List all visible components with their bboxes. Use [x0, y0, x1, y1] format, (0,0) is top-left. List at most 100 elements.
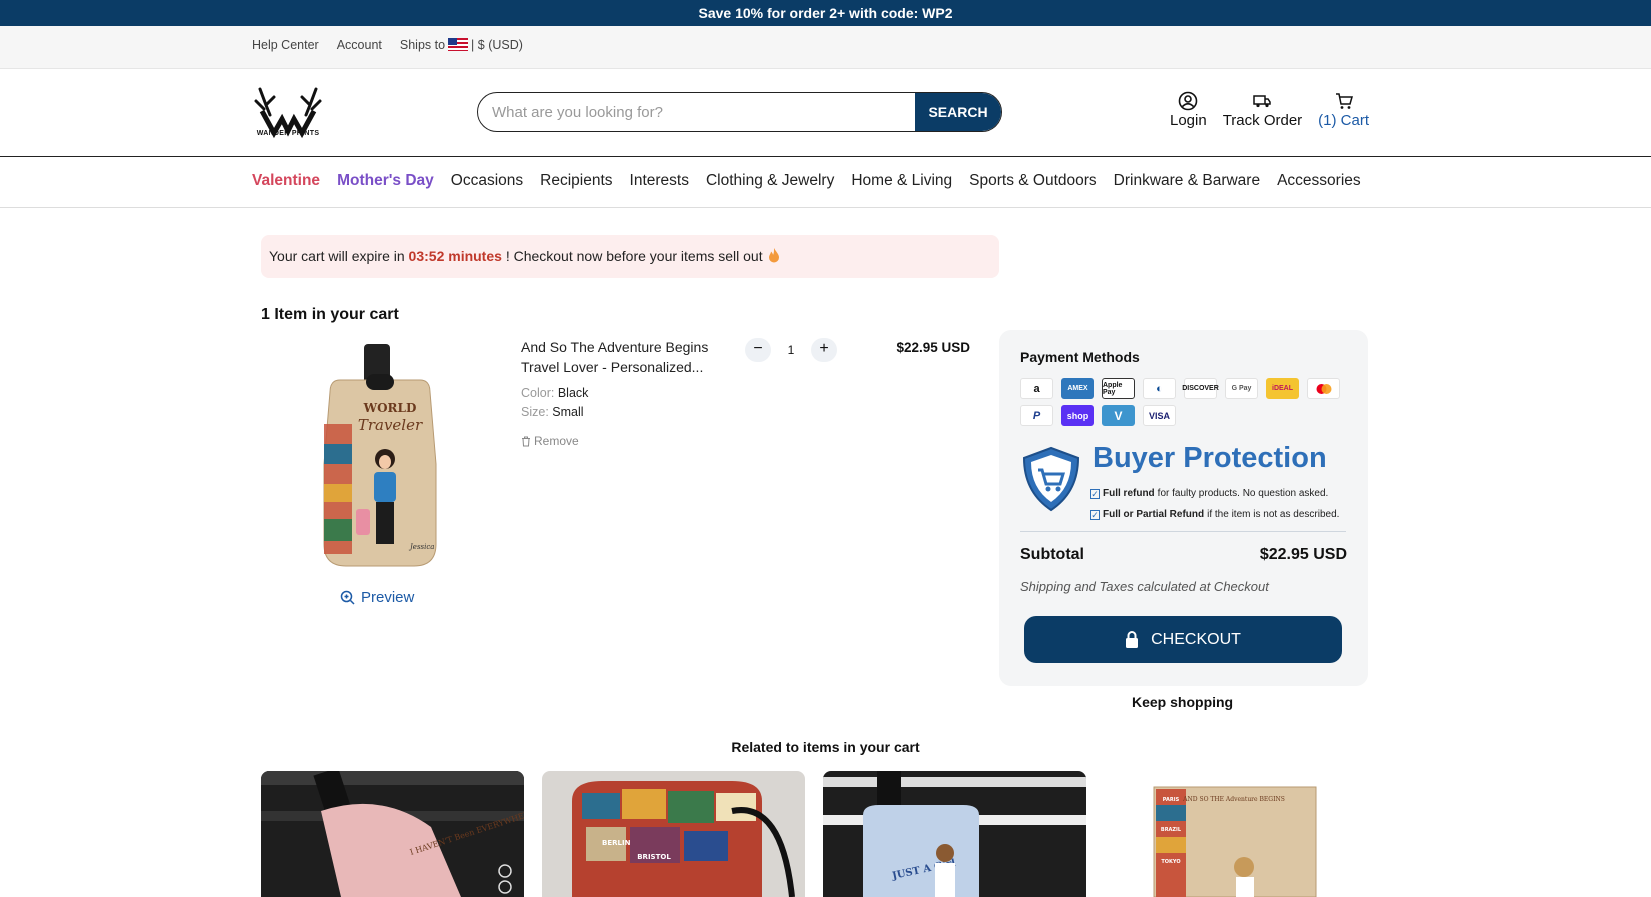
expire-timer: 03:52 minutes [408, 248, 502, 264]
currency-label: | $ (USD) [471, 38, 523, 52]
preview-button[interactable]: Preview [340, 589, 414, 606]
promo-text: Save 10% for order 2+ with code: [698, 5, 919, 21]
bp-line-partial-refund: ✓ Full or Partial Refund if the item is … [1090, 509, 1339, 520]
nav-item-mothers-day[interactable]: Mother's Day [337, 172, 434, 190]
preview-label: Preview [361, 589, 415, 606]
payment-methods-title: Payment Methods [1020, 349, 1140, 365]
tag-title-world: WORLD [363, 401, 417, 415]
item-price: $22.95 USD [896, 340, 970, 355]
related-product-card[interactable]: AND SO THE Adventure BEGINS PARIS BRAZIL… [1104, 771, 1367, 897]
site-header: WANDER PRINTS SEARCH Login Track Order (… [0, 69, 1651, 157]
logo-text: WANDER PRINTS [256, 130, 320, 137]
related-product-card[interactable]: I HAVEN'T Been EVERYWHERE BUT IT'S ON [261, 771, 524, 897]
lock-icon [1126, 631, 1139, 648]
trash-icon [522, 436, 530, 446]
expire-pre: Your cart will expire in [269, 248, 405, 264]
search-bar: SEARCH [477, 92, 1002, 132]
related-product-image: JUST A Girl [823, 771, 1086, 897]
us-flag-icon [448, 38, 469, 51]
sticker-tokyo: TOKYO [1161, 859, 1180, 865]
sticker-bristol: BRISTOL [637, 853, 671, 861]
paypal-icon: P [1020, 405, 1053, 426]
related-product-card[interactable]: BERLIN BRISTOL [542, 771, 805, 897]
subtotal-value: $22.95 USD [1259, 546, 1347, 563]
truck-icon [1253, 95, 1272, 108]
bp-line2-text: if the item is not as described. [1207, 509, 1340, 520]
related-product-image: BERLIN BRISTOL [542, 771, 805, 897]
ships-to-selector[interactable]: Ships to | $ (USD) [400, 38, 523, 52]
account-link[interactable]: Account [337, 38, 382, 52]
login-label: Login [1170, 112, 1207, 129]
search-input[interactable] [478, 93, 915, 131]
buyer-protection: Buyer Protection ✓ Full refund for fault… [1020, 442, 1350, 526]
related-card-text: AND SO THE Adventure BEGINS [1182, 796, 1285, 803]
increment-button[interactable]: + [811, 338, 837, 362]
related-product-card[interactable]: JUST A Girl [823, 771, 1086, 897]
cart-icon [1335, 93, 1353, 109]
discover-icon: DISCOVER [1182, 378, 1219, 399]
shield-cart-icon [1022, 446, 1080, 512]
shipping-note: Shipping and Taxes calculated at Checkou… [1020, 579, 1269, 594]
shop-pay-icon: shop [1061, 405, 1094, 426]
nav-item-drinkware-barware[interactable]: Drinkware & Barware [1114, 172, 1260, 190]
cart-label: (1) Cart [1318, 112, 1369, 129]
buyer-protection-title: Buyer Protection [1093, 442, 1327, 474]
sticker-paris: PARIS [1163, 797, 1180, 803]
main-nav: Valentine Mother's Day Occasions Recipie… [0, 157, 1651, 208]
diners-club-icon: ◐ [1143, 378, 1176, 399]
summary-divider [1020, 531, 1346, 532]
cart-title: 1 Item in your cart [261, 306, 399, 323]
sticker-brazil: BRAZIL [1161, 827, 1182, 833]
bp-line1-text: for faulty products. No question asked. [1157, 488, 1329, 499]
sticker-berlin: BERLIN [602, 839, 631, 847]
product-name-link[interactable]: And So The Adventure Begins Travel Lover… [521, 337, 731, 377]
google-pay-icon: G Pay [1225, 378, 1258, 399]
zoom-in-icon [340, 590, 355, 605]
remove-button[interactable]: Remove [521, 434, 579, 448]
track-order-button[interactable]: Track Order [1223, 91, 1302, 129]
nav-item-recipients[interactable]: Recipients [540, 172, 612, 190]
related-product-image: AND SO THE Adventure BEGINS PARIS BRAZIL… [1104, 771, 1367, 897]
utility-bar: Help Center Account Ships to | $ (USD) [0, 26, 1651, 69]
fire-icon [768, 248, 779, 263]
help-center-link[interactable]: Help Center [252, 38, 319, 52]
nav-item-interests[interactable]: Interests [630, 172, 689, 190]
nav-item-clothing-jewelry[interactable]: Clothing & Jewelry [706, 172, 834, 190]
amex-icon: AMEX [1061, 378, 1094, 399]
bp-line-full-refund: ✓ Full refund for faulty products. No qu… [1090, 488, 1328, 499]
decrement-button[interactable]: − [745, 338, 771, 362]
check-icon: ✓ [1090, 509, 1100, 520]
nav-item-accessories[interactable]: Accessories [1277, 172, 1361, 190]
expire-post: ! Checkout now before your items sell ou… [505, 248, 763, 264]
track-order-label: Track Order [1222, 112, 1303, 129]
payment-methods-grid: a AMEX Apple Pay ◐ DISCOVER G Pay iDEAL … [1020, 378, 1355, 426]
nav-item-occasions[interactable]: Occasions [451, 172, 523, 190]
login-button[interactable]: Login [1170, 91, 1207, 129]
checkout-button[interactable]: CHECKOUT [1024, 616, 1342, 663]
bp-line1-bold: Full refund [1103, 488, 1155, 499]
cart-button[interactable]: (1) Cart [1318, 91, 1369, 129]
product-image[interactable]: WORLD Traveler Jessica [310, 344, 450, 572]
quantity-stepper: − 1 + [745, 338, 837, 362]
product-color: Color: Black [521, 386, 588, 400]
promo-banner: Save 10% for order 2+ with code: WP2 [0, 0, 1651, 26]
checkout-label: CHECKOUT [1151, 630, 1241, 648]
subtotal-label: Subtotal [1020, 546, 1084, 563]
related-title: Related to items in your cart [731, 739, 920, 755]
cart-expire-banner: Your cart will expire in 03:52 minutes !… [261, 235, 999, 278]
ships-to-label: Ships to [399, 38, 446, 52]
nav-item-sports-outdoors[interactable]: Sports & Outdoors [969, 172, 1097, 190]
tag-name: Jessica [408, 543, 434, 551]
related-product-image: I HAVEN'T Been EVERYWHERE BUT IT'S ON [261, 771, 524, 897]
keep-shopping-link[interactable]: Keep shopping [1132, 694, 1233, 710]
search-button[interactable]: SEARCH [915, 93, 1001, 131]
nav-item-home-living[interactable]: Home & Living [851, 172, 952, 190]
nav-item-valentine[interactable]: Valentine [252, 172, 320, 190]
remove-label: Remove [534, 434, 579, 448]
amazon-pay-icon: a [1020, 378, 1053, 399]
quantity-value: 1 [787, 343, 795, 357]
size-value: Small [552, 405, 584, 419]
color-label: Color: [521, 386, 555, 400]
visa-icon: VISA [1143, 405, 1176, 426]
order-summary: Payment Methods a AMEX Apple Pay ◐ DISCO… [999, 330, 1368, 686]
